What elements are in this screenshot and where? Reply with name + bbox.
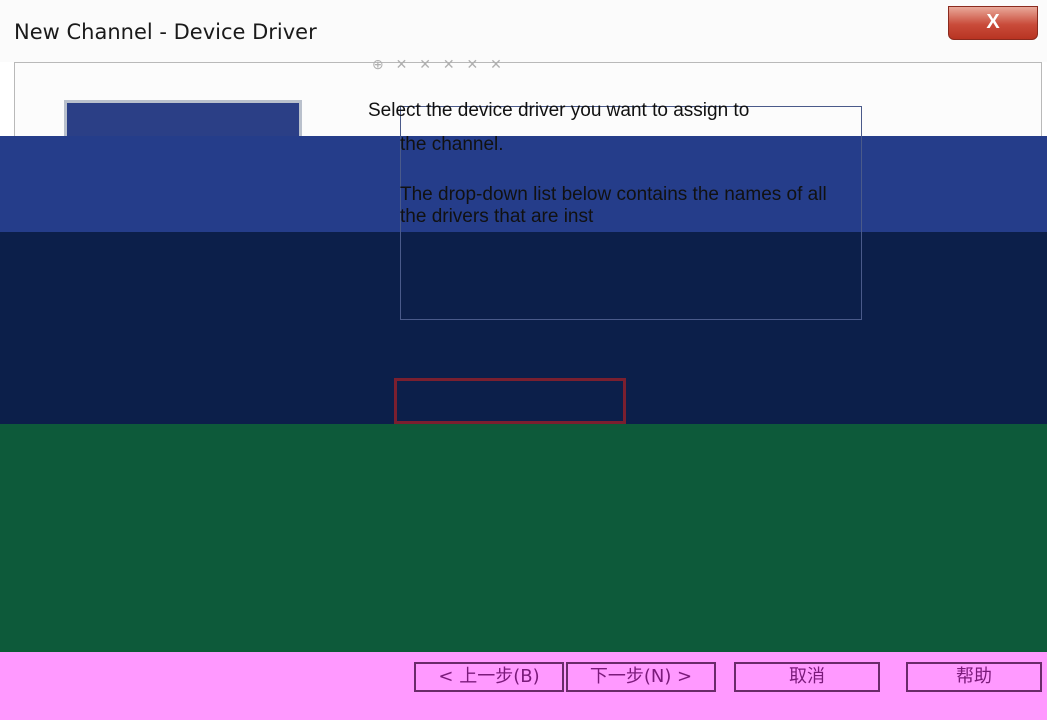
instruction-line-1: Select the device driver you want to ass…: [368, 100, 750, 121]
decor-dots: ⊕ ✕ ✕ ✕ ✕ ✕: [372, 56, 506, 72]
help-button[interactable]: 帮助: [906, 662, 1042, 692]
next-button[interactable]: 下一步(N) >: [566, 662, 716, 692]
instruction-line-2: the channel.: [400, 134, 504, 155]
glitch-band-3: [0, 424, 1047, 652]
back-button[interactable]: < 上一步(B): [414, 662, 564, 692]
window-title: New Channel - Device Driver: [14, 20, 317, 44]
driver-dropdown[interactable]: [394, 378, 626, 424]
cancel-button[interactable]: 取消: [734, 662, 880, 692]
instruction-paragraph-2: The drop-down list below contains the na…: [400, 184, 827, 227]
close-button[interactable]: X: [948, 6, 1038, 40]
